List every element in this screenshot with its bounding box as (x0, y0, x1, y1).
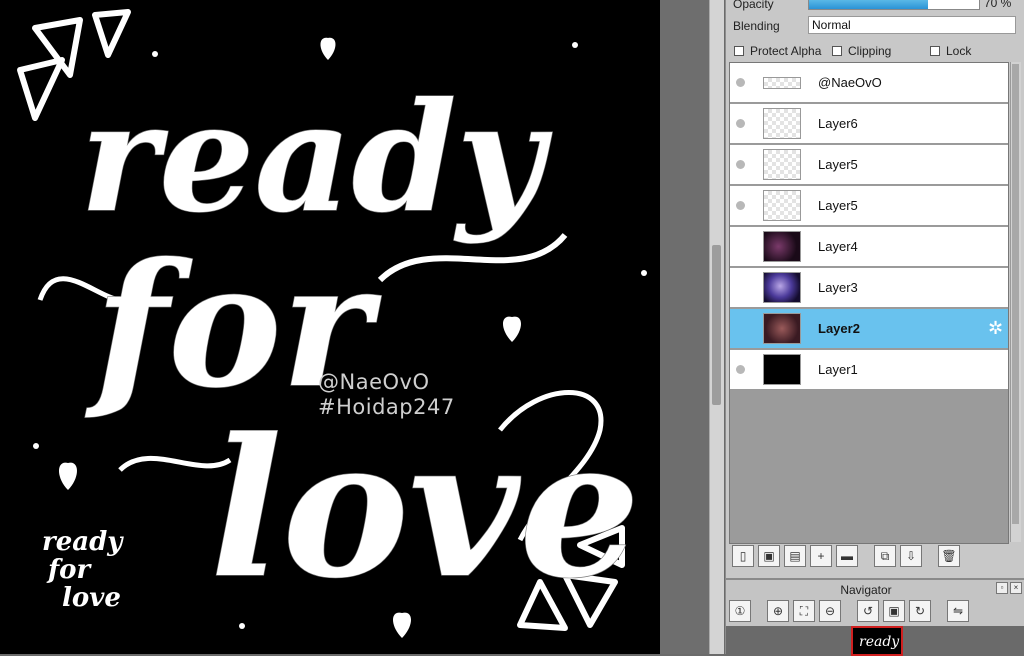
checkbox-box (734, 46, 744, 56)
visibility-icon[interactable] (736, 160, 745, 169)
opacity-row: Opacity (733, 0, 774, 14)
triangle-decoration (92, 9, 131, 58)
small-lettering-ready: ready (42, 527, 124, 557)
layer-name: Layer1 (818, 362, 858, 377)
zoom-out-icon[interactable]: ⊖ (819, 600, 841, 622)
visibility-icon[interactable] (736, 201, 745, 210)
zoom-in-icon[interactable]: ⊕ (767, 600, 789, 622)
rotate-left-icon[interactable]: ↺ (857, 600, 879, 622)
layer-row[interactable]: Layer5 (730, 186, 1008, 226)
blending-label: Blending (733, 19, 780, 33)
lettering-artwork: ready for love ready for love (17, 9, 647, 638)
navigator-preview[interactable]: ready (726, 626, 1024, 656)
opacity-value: 70 % (984, 0, 1012, 10)
navigator-thumbnail: ready (859, 634, 900, 650)
navigator-window-controls: ▫ × (996, 582, 1022, 594)
layer-row[interactable]: Layer6 (730, 104, 1008, 144)
duplicate-layer-icon[interactable]: ⧉ (874, 545, 896, 567)
add-layer-menu-icon[interactable]: + (810, 545, 832, 567)
delete-layer-icon[interactable]: 🗑 (938, 545, 960, 567)
flip-horizontal-icon[interactable]: ⇋ (947, 600, 969, 622)
heart-icon (503, 316, 521, 342)
reset-rotation-icon[interactable]: ▣ (883, 600, 905, 622)
layer-name: @NaeOvO (818, 75, 882, 90)
blending-mode-select[interactable]: Normal (808, 16, 1016, 34)
new-layer-icon[interactable]: ▯ (732, 545, 754, 567)
lock-label: Lock (946, 44, 972, 58)
layer-list: @NaeOvO Layer6 Layer5 Layer5 Layer4 Laye… (729, 62, 1009, 544)
navigator-thumb-text: ready (859, 634, 900, 650)
dot-decoration (33, 443, 39, 449)
dot-decoration (641, 270, 647, 276)
layer-row[interactable]: Layer4 (730, 227, 1008, 267)
navigator-toolbar: ① ⊕ ⛶ ⊖ ↺ ▣ ↻ ⇋ (729, 600, 969, 622)
clipping-checkbox[interactable]: Clipping (832, 44, 891, 58)
layer-thumbnail (763, 313, 801, 344)
layer-name: Layer6 (818, 116, 858, 131)
layer-thumbnail (763, 354, 801, 385)
layer-row[interactable]: Layer5 (730, 145, 1008, 185)
layer-row-selected[interactable]: Layer2 ✲ (730, 309, 1008, 349)
layer-thumbnail (763, 108, 801, 139)
navigator-title: Navigator (840, 583, 892, 597)
merge-layer-icon[interactable]: ⇩ (900, 545, 922, 567)
checkbox-box (930, 46, 940, 56)
layer-name: Layer3 (818, 280, 858, 295)
layer-settings-gear-icon[interactable]: ✲ (988, 319, 1003, 337)
layer-list-scrollbar[interactable] (1010, 62, 1021, 542)
new-folder-icon[interactable]: ▬ (836, 545, 858, 567)
zoom-actual-icon[interactable]: ① (729, 600, 751, 622)
drawing-canvas[interactable]: ready for love ready for love @NaeOvO #H… (0, 0, 660, 654)
layer-thumbnail (763, 231, 801, 262)
protect-alpha-checkbox[interactable]: Protect Alpha (734, 44, 821, 58)
close-icon[interactable]: × (1010, 582, 1022, 594)
layer-name: Layer5 (818, 157, 858, 172)
small-lettering-love: love (62, 583, 121, 613)
heart-icon (320, 37, 336, 60)
layer-toolbar: ▯ ▣ ▤ + ▬ ⧉ ⇩ 🗑 (729, 545, 1023, 571)
canvas-scroll-thumb[interactable] (712, 245, 721, 405)
layer-row[interactable]: @NaeOvO (730, 63, 1008, 103)
opacity-slider[interactable] (808, 0, 980, 10)
navigator-viewport-frame[interactable]: ready (851, 626, 903, 656)
lettering-ready: ready (80, 70, 553, 246)
layer-thumbnail (763, 190, 801, 221)
dot-decoration (239, 623, 245, 629)
navigator-panel: Navigator ▫ × ① ⊕ ⛶ ⊖ ↺ ▣ ↻ ⇋ ready (726, 578, 1024, 656)
triangle-decoration (17, 57, 65, 121)
visibility-icon[interactable] (736, 119, 745, 128)
layer-panel: Opacity 70 % Blending Normal Protect Alp… (725, 0, 1024, 656)
checkbox-box (832, 46, 842, 56)
rotate-right-icon[interactable]: ↻ (909, 600, 931, 622)
lettering-love: love (210, 397, 640, 620)
layer-thumbnail (763, 77, 801, 89)
layer-row[interactable]: Layer1 (730, 350, 1008, 390)
layer-name: Layer2 (818, 321, 860, 336)
layer-row[interactable]: Layer3 (730, 268, 1008, 308)
fit-window-icon[interactable]: ⛶ (793, 600, 815, 622)
clipping-label: Clipping (848, 44, 892, 58)
new-halftone-layer-icon[interactable]: ▣ (758, 545, 780, 567)
lock-checkbox[interactable]: Lock (930, 44, 971, 58)
layer-list-scroll-thumb[interactable] (1012, 64, 1019, 524)
layer-thumbnail (763, 149, 801, 180)
protect-alpha-label: Protect Alpha (750, 44, 822, 58)
opacity-slider-fill (809, 0, 928, 9)
new-1bit-layer-icon[interactable]: ▤ (784, 545, 806, 567)
float-window-icon[interactable]: ▫ (996, 582, 1008, 594)
dot-decoration (152, 51, 158, 57)
layer-name: Layer4 (818, 239, 858, 254)
layer-name: Layer5 (818, 198, 858, 213)
watermark-hashtag: #Hoidap247 (318, 395, 455, 419)
opacity-label: Opacity (733, 0, 774, 11)
visibility-icon[interactable] (736, 78, 745, 87)
blending-row: Blending (733, 16, 780, 36)
visibility-icon[interactable] (736, 365, 745, 374)
dot-decoration (572, 42, 578, 48)
small-lettering-for: for (46, 555, 93, 585)
layer-thumbnail (763, 272, 801, 303)
watermark-handle: @NaeOvO (318, 370, 430, 394)
heart-icon (59, 462, 77, 490)
